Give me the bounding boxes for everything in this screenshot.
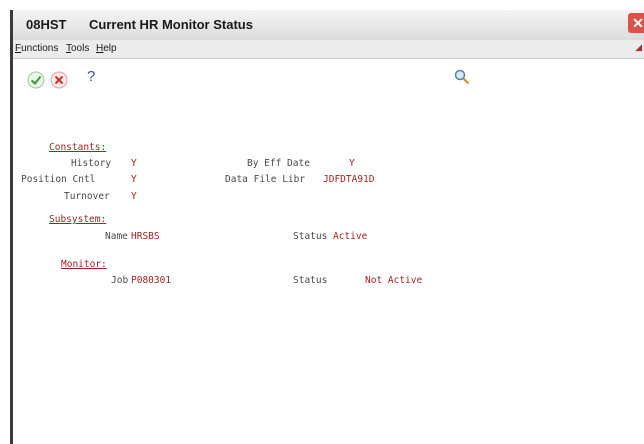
form-id: 08HST	[26, 17, 67, 32]
menu-bar: Functions Tools Help ◢	[13, 40, 644, 59]
search-icon[interactable]	[453, 68, 471, 86]
turnover-label: Turnover	[64, 191, 110, 202]
menu-help[interactable]: Help	[96, 43, 117, 54]
monitor-status-label: Status	[293, 275, 328, 286]
history-value[interactable]: Y	[131, 158, 137, 169]
subsystem-header: Subsystem:	[49, 214, 107, 225]
menu-overflow-icon[interactable]: ◢	[635, 42, 642, 53]
subsystem-status-label: Status	[293, 231, 328, 242]
turnover-value[interactable]: Y	[131, 191, 137, 202]
monitor-status-value: Not Active	[365, 275, 423, 286]
monitor-job-label: Job	[111, 275, 129, 286]
menu-functions[interactable]: Functions	[15, 43, 58, 54]
window-title: Current HR Monitor Status	[89, 17, 253, 32]
position-cntl-value[interactable]: Y	[131, 174, 137, 185]
history-label: History	[71, 158, 112, 169]
menu-tools[interactable]: Tools	[66, 43, 89, 54]
by-eff-date-label: By Eff Date	[247, 158, 310, 169]
close-icon[interactable]: ✕	[628, 13, 644, 33]
help-icon[interactable]: ?	[87, 68, 95, 85]
data-file-libr-value[interactable]: JDFDTA91D	[323, 174, 374, 185]
toolbar: ?	[13, 59, 644, 99]
monitor-job-value[interactable]: P080301	[131, 275, 171, 286]
constants-header: Constants:	[49, 142, 107, 153]
subsystem-name-label: Name	[105, 231, 128, 242]
subsystem-status-value: Active	[333, 231, 368, 242]
ok-icon[interactable]	[27, 71, 45, 89]
form-content: Constants: History Y Position Cntl Y Tur…	[13, 100, 644, 444]
title-bar: 08HST Current HR Monitor Status ✕	[13, 10, 644, 41]
data-file-libr-label: Data File Libr	[225, 174, 306, 185]
position-cntl-label: Position Cntl	[21, 174, 96, 185]
subsystem-name-value[interactable]: HRSBS	[131, 231, 160, 242]
by-eff-date-value[interactable]: Y	[349, 158, 355, 169]
cancel-icon[interactable]	[50, 71, 68, 89]
app-window: 08HST Current HR Monitor Status ✕ Functi…	[10, 10, 644, 444]
monitor-header: Monitor:	[61, 259, 107, 270]
